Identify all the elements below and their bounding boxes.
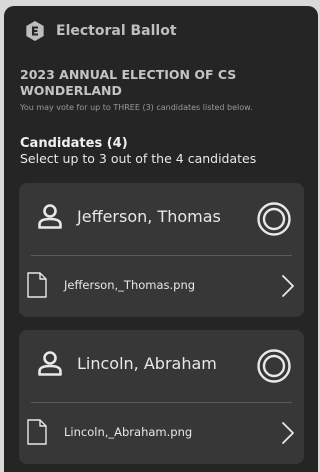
candidates-subheading: Select up to 3 out of the 4 candidates: [20, 151, 257, 166]
candidate-header: Lincoln, Abraham: [19, 330, 304, 402]
candidate-name: Lincoln, Abraham: [77, 354, 217, 373]
election-title: 2023 ANNUAL ELECTION OF CS WONDERLAND: [20, 67, 237, 98]
candidate-file-link[interactable]: Lincoln,_Abraham.png: [19, 403, 304, 464]
candidate-name: Jefferson, Thomas: [77, 207, 221, 226]
chevron-right-icon: [282, 422, 294, 444]
ballot-e-icon: [26, 21, 44, 41]
candidate-file-name: Lincoln,_Abraham.png: [64, 425, 193, 439]
person-icon: [38, 204, 62, 229]
app-header: Electoral Ballot: [24, 20, 177, 42]
candidate-file-link[interactable]: Jefferson,_Thomas.png: [19, 256, 304, 317]
candidates-heading: Candidates (4): [20, 136, 128, 151]
ballot-panel: Electoral Ballot 2023 ANNUAL ELECTION OF…: [4, 6, 318, 472]
person-icon: [38, 351, 62, 376]
file-icon: [27, 272, 47, 298]
candidate-card: Lincoln, Abraham Lincoln,_Abraham.png: [19, 330, 304, 464]
candidate-file-name: Jefferson,_Thomas.png: [64, 278, 196, 292]
candidate-card: Jefferson, Thomas Jefferson,_Thomas.png: [19, 183, 304, 317]
app-title: Electoral Ballot: [56, 23, 177, 39]
voting-instructions: You may vote for up to THREE (3) candida…: [20, 103, 253, 112]
candidate-header: Jefferson, Thomas: [19, 183, 304, 255]
select-candidate-radio[interactable]: [257, 349, 291, 383]
file-icon: [27, 419, 47, 445]
select-candidate-radio[interactable]: [257, 202, 291, 236]
chevron-right-icon: [282, 275, 294, 297]
